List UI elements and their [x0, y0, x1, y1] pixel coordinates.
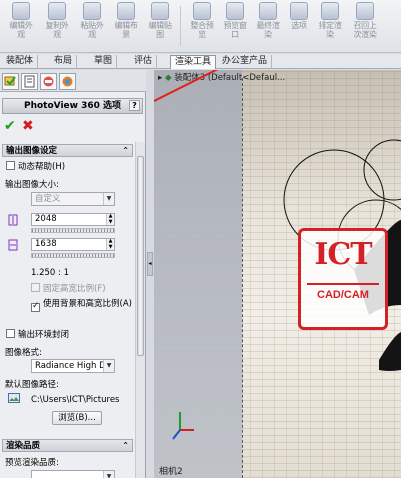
sketch-circle	[363, 139, 401, 201]
collapse-panel-handle[interactable]: ◂	[147, 252, 153, 276]
render-quality-group[interactable]: 渲染品质 ⌃	[2, 439, 133, 452]
dynamic-help-label: 动态帮助(H)	[18, 162, 66, 172]
copy-appearance-icon	[48, 2, 66, 20]
configuration-icon	[43, 76, 54, 87]
height-input[interactable]: 1638 ▲ ▼	[31, 238, 115, 251]
help-button[interactable]: ?	[129, 100, 140, 111]
ict-logo: ICT CAD/CAM	[298, 228, 388, 330]
cancel-button[interactable]: ✖	[22, 119, 34, 133]
paste-appearance-button[interactable]: 粘贴外 观	[73, 2, 111, 52]
copy-appearance-button[interactable]: 复制外 观	[38, 2, 76, 52]
use-background-aspect-checkbox[interactable]	[31, 301, 40, 312]
panel-scrollbar[interactable]	[135, 142, 145, 478]
default-path-label: 默认图像路径:	[5, 380, 59, 390]
height-value: 1638	[35, 239, 57, 249]
chevron-down-icon: ▼	[103, 360, 114, 372]
image-format-label: 图像格式:	[5, 348, 42, 358]
width-slider[interactable]	[31, 228, 115, 233]
edit-appearance-button[interactable]: 编辑外 观	[2, 2, 40, 52]
fixed-aspect-label: 固定高宽比例(F)	[43, 284, 106, 294]
group-title: 渲染品质	[6, 441, 41, 451]
property-manager-panel: PhotoView 360 选项 ? ✔ ✖ 输出图像设定 ⌃ 动态帮助(H) …	[0, 70, 146, 478]
chevron-down-icon: ▼	[103, 471, 114, 478]
panel-splitter[interactable]: ◂	[146, 70, 154, 478]
tab-assembly[interactable]: 装配体	[2, 55, 39, 69]
ok-button[interactable]: ✔	[4, 119, 16, 133]
integrated-preview-icon	[193, 2, 211, 20]
tab-display-manager[interactable]	[59, 73, 76, 90]
chevron-up-icon[interactable]: ⌃	[122, 145, 129, 157]
edit-scene-icon	[117, 2, 135, 20]
image-folder-icon	[8, 393, 20, 403]
size-preset-value: 自定义	[35, 194, 61, 204]
z-axis-icon	[172, 429, 181, 440]
graphics-viewport[interactable]: ▸ ◆ 装配体3 (Default<Defaul... ICT CAD/CAM …	[154, 70, 401, 478]
camera-label: 相机2	[159, 467, 183, 477]
image-format-value: Radiance High Dy	[35, 361, 111, 371]
browse-button[interactable]: 浏览(B)...	[52, 411, 102, 425]
image-format-select[interactable]: Radiance High Dy ▼	[31, 359, 115, 373]
edit-appearance-icon	[12, 2, 30, 20]
final-render-icon	[259, 2, 277, 20]
preview-quality-select[interactable]: ▼	[31, 470, 115, 478]
options-icon	[290, 2, 308, 20]
photoview-options-header: PhotoView 360 选项 ?	[2, 98, 143, 114]
output-env-closure-label: 输出环境封闭	[18, 330, 70, 340]
tab-layout[interactable]: 布局	[50, 55, 78, 69]
edit-decal-button[interactable]: 编辑贴 图	[141, 2, 179, 52]
property-manager-icon	[24, 75, 35, 88]
output-size-label: 输出图像大小:	[5, 180, 59, 190]
command-manager-tabs: 装配体 布局 草图 评估 渲染工具 办公室产品	[0, 54, 401, 69]
width-value: 2048	[35, 214, 57, 224]
dynamic-help-checkbox[interactable]	[6, 161, 15, 170]
group-title: 输出图像设定	[6, 146, 58, 156]
logo-subtext: CAD/CAM	[317, 289, 369, 301]
edit-decal-icon	[151, 2, 169, 20]
spin-arrows-icon[interactable]: ▲ ▼	[106, 238, 114, 250]
tab-feature-manager[interactable]	[2, 73, 19, 90]
use-background-aspect-label: 使用背景和高宽比例(A)	[43, 299, 132, 309]
chevron-up-icon[interactable]: ⌃	[122, 440, 129, 452]
size-preset-select[interactable]: 自定义 ▼	[31, 192, 115, 206]
dark-model-shape	[379, 332, 401, 371]
height-slider[interactable]	[31, 253, 115, 258]
height-icon	[8, 239, 18, 251]
logo-divider	[307, 283, 379, 285]
width-input[interactable]: 2048 ▲ ▼	[31, 213, 115, 226]
scrollbar-thumb[interactable]	[137, 156, 144, 356]
tab-render-tools[interactable]: 渲染工具	[170, 55, 217, 69]
edit-scene-button[interactable]: 编辑布 景	[107, 2, 145, 52]
paste-appearance-icon	[83, 2, 101, 20]
tab-evaluate[interactable]: 评估	[130, 55, 158, 69]
render-toolbar: 编辑外 观 复制外 观 粘贴外 观 编辑布 景 编辑贴 图 整合预 览 预览窗 …	[0, 0, 401, 53]
panel-tabs	[0, 70, 146, 92]
default-path-value: C:\Users\ICT\Pictures	[31, 395, 120, 405]
output-image-settings-group[interactable]: 输出图像设定 ⌃	[2, 144, 133, 157]
preview-window-icon	[226, 2, 244, 20]
fixed-aspect-checkbox[interactable]	[31, 283, 40, 292]
tab-configuration-manager[interactable]	[40, 73, 57, 90]
recall-last-render-button[interactable]: 召回上 次渲染	[344, 2, 386, 52]
tab-office-products[interactable]: 办公室产品	[218, 55, 273, 69]
output-env-closure-checkbox[interactable]	[6, 329, 15, 338]
width-icon	[8, 214, 18, 226]
tab-property-manager[interactable]	[21, 73, 38, 90]
feature-tree-icon	[4, 76, 16, 86]
spin-arrows-icon[interactable]: ▲ ▼	[106, 213, 114, 225]
annotation-arrow	[154, 70, 219, 103]
toolbar-separator	[180, 6, 181, 46]
display-manager-icon	[62, 76, 73, 87]
page-title: PhotoView 360 选项	[23, 101, 122, 111]
logo-text: ICT	[314, 237, 372, 272]
aspect-ratio-value: 1.250 : 1	[31, 268, 70, 278]
preview-quality-label: 预览渲染品质:	[5, 458, 59, 468]
schedule-render-icon	[321, 2, 339, 20]
tab-sketch[interactable]: 草图	[90, 55, 118, 69]
recall-last-render-icon	[356, 2, 374, 20]
chevron-down-icon: ▼	[103, 193, 114, 205]
